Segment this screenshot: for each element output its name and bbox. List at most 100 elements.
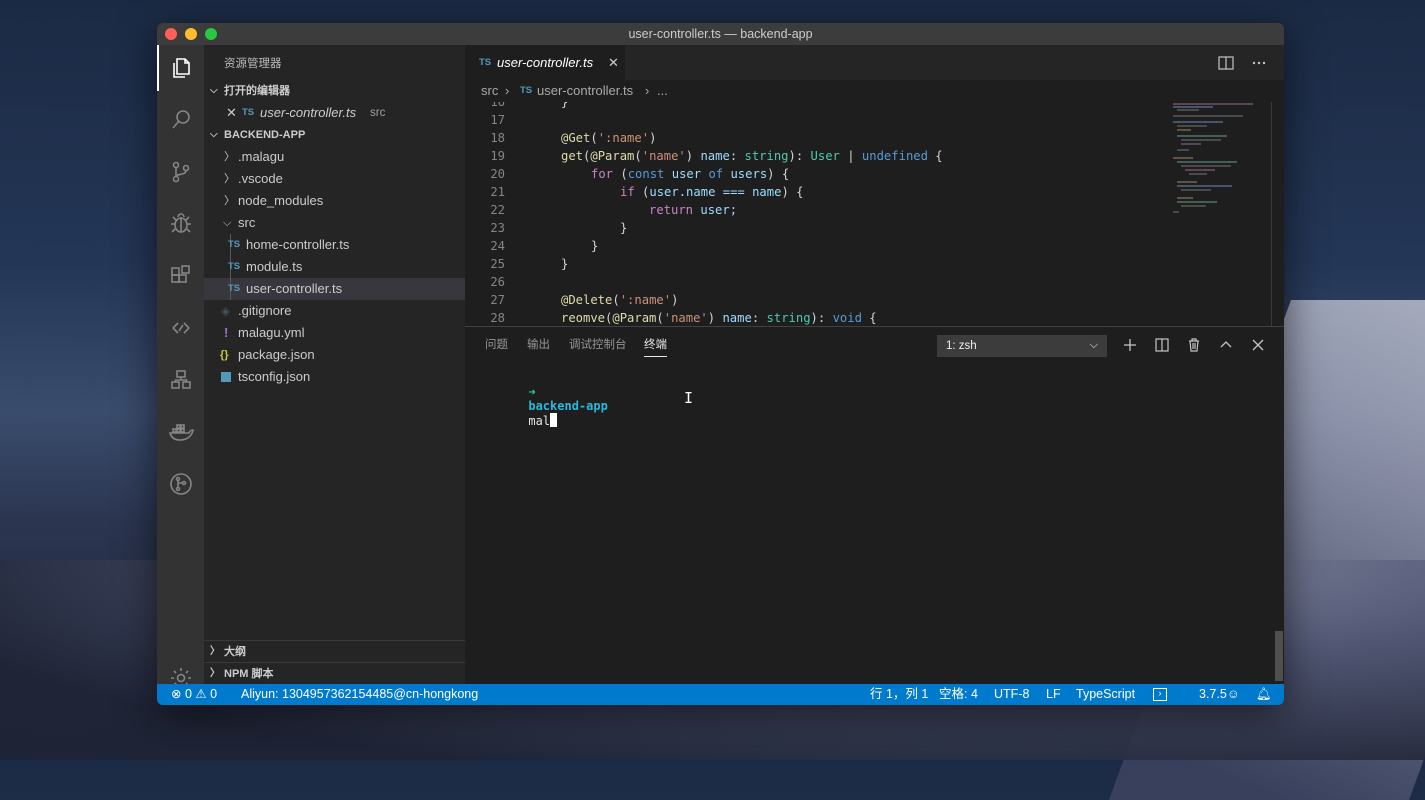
source-control-icon[interactable] bbox=[157, 149, 204, 195]
editor-scrollbar[interactable] bbox=[1271, 102, 1272, 326]
debug-icon[interactable] bbox=[157, 201, 204, 247]
text-cursor-icon: I bbox=[684, 389, 694, 407]
code-text: if (user.name === name) { bbox=[620, 185, 804, 199]
git-graph-icon[interactable] bbox=[157, 461, 204, 507]
tree-folder-vscode[interactable]: 〉 .vscode bbox=[204, 168, 465, 190]
tree-folder-src[interactable]: ⌵ src bbox=[204, 212, 465, 234]
tree-file-module[interactable]: TS module.ts bbox=[204, 256, 465, 278]
tree-file-package-json[interactable]: {} package.json bbox=[204, 344, 465, 366]
close-icon[interactable]: ✕ bbox=[608, 45, 619, 80]
code-text: } bbox=[561, 102, 569, 109]
terminal-cursor bbox=[550, 413, 558, 427]
tab-user-controller[interactable]: TS user-controller.ts ✕ bbox=[465, 45, 625, 80]
code-editor[interactable]: 16} 17 18 @Get(':name') 19 get(@Param('nam… bbox=[465, 102, 1284, 326]
project-section-header[interactable]: ⌵ BACKEND-APP bbox=[204, 124, 465, 146]
line-number: 28 bbox=[490, 311, 505, 325]
open-editor-item[interactable]: ✕ TS user-controller.ts src bbox=[204, 102, 465, 124]
problems-status[interactable]: ⊗ 0 ⚠ 0 bbox=[171, 684, 217, 705]
chevron-right-icon: › bbox=[645, 83, 650, 98]
minimize-window-button[interactable] bbox=[185, 28, 197, 40]
breadcrumb-more[interactable]: ... bbox=[657, 80, 668, 102]
more-actions-icon[interactable] bbox=[1250, 54, 1268, 72]
code-text: } bbox=[561, 257, 569, 271]
indentation-status[interactable]: 空格: 4 bbox=[939, 684, 978, 705]
encoding-status[interactable]: UTF-8 bbox=[994, 684, 1029, 705]
terminal-scrollbar[interactable] bbox=[1275, 631, 1283, 681]
tree-file-malagu-yml[interactable]: ! malagu.yml bbox=[204, 322, 465, 344]
trash-icon[interactable] bbox=[1186, 337, 1202, 353]
cursor-position-status[interactable]: 行 1，列 1 bbox=[870, 684, 928, 705]
open-editor-filename: user-controller.ts bbox=[260, 105, 357, 120]
titlebar: user-controller.ts — backend-app bbox=[157, 23, 1284, 45]
line-number: 26 bbox=[490, 275, 505, 289]
tree-file-tsconfig-json[interactable]: tsconfig.json bbox=[204, 366, 465, 388]
terminal-prompt[interactable]: ➜ backend-app mal bbox=[485, 371, 607, 442]
code-text: for (const user of users) { bbox=[591, 167, 790, 181]
chevron-right-icon: › bbox=[505, 83, 510, 98]
minimap[interactable] bbox=[1169, 102, 1279, 326]
code-text: return user; bbox=[649, 203, 738, 217]
tab-debug-console[interactable]: 调试控制台 bbox=[569, 336, 627, 352]
activity-bar bbox=[157, 45, 204, 688]
close-window-button[interactable] bbox=[165, 28, 177, 40]
remote-icon[interactable] bbox=[157, 305, 204, 351]
tab-output[interactable]: 输出 bbox=[527, 336, 550, 352]
breadcrumb: src › TS user-controller.ts › ... bbox=[465, 80, 1284, 102]
line-number: 18 bbox=[490, 131, 505, 145]
extensions-icon[interactable] bbox=[157, 253, 204, 299]
language-mode-status[interactable]: TypeScript bbox=[1076, 684, 1135, 705]
explorer-sidebar: 资源管理器 ⌵ 打开的编辑器 ✕ TS user-controller.ts s… bbox=[204, 45, 465, 684]
notifications-bell-icon[interactable]: 🔔︎ bbox=[1256, 684, 1272, 705]
typescript-file-icon: TS bbox=[228, 283, 241, 294]
breadcrumb-file[interactable]: user-controller.ts bbox=[537, 80, 633, 102]
feedback-icon[interactable]: ☺ bbox=[1227, 684, 1240, 705]
ts-version-status[interactable]: 3.7.5 bbox=[1199, 684, 1227, 705]
chevron-right-icon: 〉 bbox=[210, 668, 220, 679]
line-number: 27 bbox=[490, 293, 505, 307]
tree-folder-malagu[interactable]: 〉 .malagu bbox=[204, 146, 465, 168]
tree-file-user-controller[interactable]: TS user-controller.ts bbox=[204, 278, 465, 300]
terminal-status-icon[interactable]: › bbox=[1153, 688, 1167, 701]
tree-file-home-controller[interactable]: TS home-controller.ts bbox=[204, 234, 465, 256]
code-text: reomve(@Param('name') name: string): voi… bbox=[561, 311, 877, 325]
code-text: @Get(':name') bbox=[561, 131, 657, 145]
tab-terminal[interactable]: 终端 bbox=[644, 336, 667, 357]
chevron-down-icon: ⌵ bbox=[210, 85, 218, 96]
maximize-panel-icon[interactable] bbox=[1218, 337, 1234, 353]
open-editors-section-header[interactable]: ⌵ 打开的编辑器 bbox=[204, 80, 465, 102]
line-number: 21 bbox=[490, 185, 505, 199]
yaml-file-icon: ! bbox=[224, 325, 229, 340]
vscode-window: user-controller.ts — backend-app 资源管理器 ⌵… bbox=[157, 23, 1284, 705]
npm-scripts-section-header[interactable]: 〉 NPM 脚本 bbox=[204, 662, 465, 685]
close-icon[interactable]: ✕ bbox=[226, 102, 237, 124]
line-number: 16 bbox=[490, 102, 505, 109]
tree-file-gitignore[interactable]: ◈ .gitignore bbox=[204, 300, 465, 322]
terminal-select[interactable]: 1: zsh ⌵ bbox=[937, 335, 1107, 357]
split-editor-icon[interactable] bbox=[1217, 54, 1235, 72]
docker-icon[interactable] bbox=[157, 409, 204, 455]
typescript-file-icon: TS bbox=[228, 239, 241, 250]
line-number: 22 bbox=[490, 203, 505, 217]
new-terminal-icon[interactable] bbox=[1122, 337, 1138, 353]
cloud-toolkit-icon[interactable] bbox=[157, 357, 204, 403]
minimap-preview bbox=[1173, 103, 1253, 213]
outline-section-header[interactable]: 〉 大纲 bbox=[204, 640, 465, 663]
line-number: 24 bbox=[490, 239, 505, 253]
line-number: 17 bbox=[490, 113, 505, 127]
maximize-window-button[interactable] bbox=[205, 28, 217, 40]
breadcrumb-dir[interactable]: src bbox=[481, 80, 498, 102]
error-icon: ⊗ bbox=[171, 687, 182, 701]
code-text: @Delete(':name') bbox=[561, 293, 679, 307]
eol-status[interactable]: LF bbox=[1046, 684, 1061, 705]
tab-problems[interactable]: 问题 bbox=[485, 336, 508, 352]
bottom-panel: 问题 输出 调试控制台 终端 1: zsh ⌵ ➜ backend-app ma… bbox=[465, 326, 1284, 685]
explorer-icon[interactable] bbox=[157, 45, 204, 91]
typescript-file-icon: TS bbox=[242, 107, 255, 118]
close-panel-icon[interactable] bbox=[1250, 337, 1266, 353]
search-icon[interactable] bbox=[157, 97, 204, 143]
aliyun-account-status[interactable]: Aliyun: 1304957362154485@cn-hongkong bbox=[241, 684, 478, 705]
tree-folder-node-modules[interactable]: 〉 node_modules bbox=[204, 190, 465, 212]
line-number: 25 bbox=[490, 257, 505, 271]
sidebar-title: 资源管理器 bbox=[224, 58, 282, 70]
split-terminal-icon[interactable] bbox=[1154, 337, 1170, 353]
